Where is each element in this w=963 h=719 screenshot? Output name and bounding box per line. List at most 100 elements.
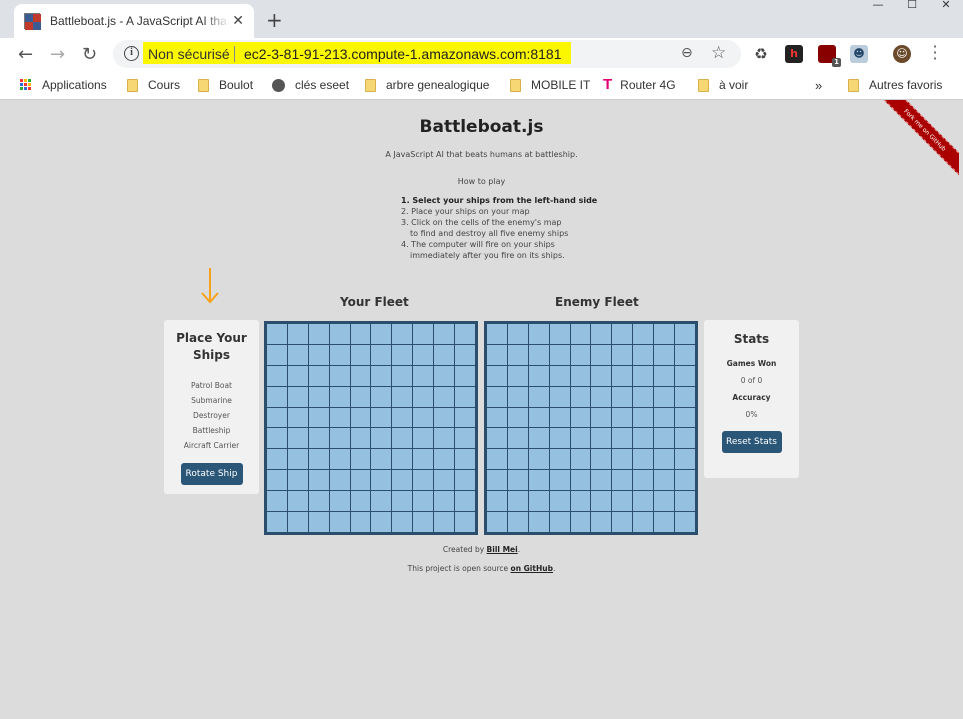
your-fleet-cell[interactable] bbox=[308, 470, 329, 491]
your-fleet-cell[interactable] bbox=[413, 428, 434, 449]
enemy-fleet-cell[interactable] bbox=[633, 324, 654, 344]
your-fleet-cell[interactable] bbox=[329, 386, 350, 407]
enemy-fleet-cell[interactable] bbox=[570, 324, 591, 344]
your-fleet-cell[interactable] bbox=[455, 407, 475, 428]
your-fleet-cell[interactable] bbox=[350, 449, 371, 470]
enemy-fleet-cell[interactable] bbox=[654, 324, 675, 344]
your-fleet-cell[interactable] bbox=[455, 344, 475, 365]
profile-avatar[interactable]: ☺ bbox=[893, 45, 911, 63]
your-fleet-cell[interactable] bbox=[287, 344, 308, 365]
enemy-fleet-cell[interactable] bbox=[570, 512, 591, 532]
address-bar[interactable]: i Non sécurisé ec2-3-81-91-213.compute-1… bbox=[113, 40, 741, 68]
minimize-button[interactable]: — bbox=[861, 0, 895, 14]
your-fleet-cell[interactable] bbox=[413, 344, 434, 365]
your-fleet-cell[interactable] bbox=[287, 365, 308, 386]
your-fleet-cell[interactable] bbox=[329, 344, 350, 365]
enemy-fleet-cell[interactable] bbox=[528, 449, 549, 470]
enemy-fleet-cell[interactable] bbox=[612, 407, 633, 428]
your-fleet-cell[interactable] bbox=[329, 365, 350, 386]
enemy-fleet-cell[interactable] bbox=[591, 365, 612, 386]
your-fleet-cell[interactable] bbox=[392, 491, 413, 512]
enemy-fleet-cell[interactable] bbox=[549, 324, 570, 344]
your-fleet-cell[interactable] bbox=[455, 324, 475, 344]
enemy-fleet-cell[interactable] bbox=[654, 365, 675, 386]
enemy-fleet-cell[interactable] bbox=[612, 491, 633, 512]
bookmark-other-favorites[interactable]: Autres favoris bbox=[848, 78, 942, 92]
your-fleet-cell[interactable] bbox=[287, 512, 308, 532]
your-fleet-cell[interactable] bbox=[329, 491, 350, 512]
your-fleet-cell[interactable] bbox=[329, 407, 350, 428]
your-fleet-cell[interactable] bbox=[371, 428, 392, 449]
enemy-fleet-cell[interactable] bbox=[487, 365, 507, 386]
security-label[interactable]: Non sécurisé bbox=[148, 46, 230, 62]
enemy-fleet-cell[interactable] bbox=[570, 491, 591, 512]
reload-button[interactable]: ↻ bbox=[82, 44, 97, 65]
your-fleet-cell[interactable] bbox=[308, 386, 329, 407]
your-fleet-cell[interactable] bbox=[308, 344, 329, 365]
your-fleet-cell[interactable] bbox=[287, 491, 308, 512]
enemy-fleet-cell[interactable] bbox=[487, 491, 507, 512]
enemy-fleet-cell[interactable] bbox=[654, 512, 675, 532]
enemy-fleet-cell[interactable] bbox=[507, 512, 528, 532]
enemy-fleet-cell[interactable] bbox=[549, 428, 570, 449]
your-fleet-cell[interactable] bbox=[308, 512, 329, 532]
your-fleet-cell[interactable] bbox=[329, 470, 350, 491]
enemy-fleet-cell[interactable] bbox=[675, 365, 695, 386]
bookmark-applications[interactable]: Applications bbox=[20, 78, 107, 92]
your-fleet-cell[interactable] bbox=[267, 428, 287, 449]
enemy-fleet-cell[interactable] bbox=[507, 344, 528, 365]
your-fleet-cell[interactable] bbox=[350, 324, 371, 344]
your-fleet-cell[interactable] bbox=[455, 386, 475, 407]
your-fleet-cell[interactable] bbox=[434, 324, 455, 344]
your-fleet-cell[interactable] bbox=[308, 449, 329, 470]
enemy-fleet-cell[interactable] bbox=[612, 344, 633, 365]
enemy-fleet-cell[interactable] bbox=[591, 428, 612, 449]
your-fleet-cell[interactable] bbox=[371, 512, 392, 532]
info-icon[interactable]: i bbox=[124, 46, 139, 61]
your-fleet-cell[interactable] bbox=[371, 449, 392, 470]
enemy-fleet-cell[interactable] bbox=[487, 470, 507, 491]
enemy-fleet-cell[interactable] bbox=[487, 449, 507, 470]
enemy-fleet-cell[interactable] bbox=[654, 407, 675, 428]
your-fleet-cell[interactable] bbox=[434, 470, 455, 491]
close-window-button[interactable]: ✕ bbox=[929, 0, 963, 14]
back-button[interactable]: ← bbox=[18, 44, 33, 65]
enemy-fleet-cell[interactable] bbox=[549, 365, 570, 386]
your-fleet-cell[interactable] bbox=[434, 407, 455, 428]
your-fleet-cell[interactable] bbox=[392, 324, 413, 344]
your-fleet-cell[interactable] bbox=[413, 470, 434, 491]
enemy-fleet-cell[interactable] bbox=[528, 386, 549, 407]
your-fleet-cell[interactable] bbox=[350, 344, 371, 365]
enemy-fleet-cell[interactable] bbox=[570, 407, 591, 428]
enemy-fleet-cell[interactable] bbox=[633, 407, 654, 428]
enemy-fleet-cell[interactable] bbox=[487, 428, 507, 449]
enemy-fleet-cell[interactable] bbox=[675, 344, 695, 365]
your-fleet-cell[interactable] bbox=[308, 428, 329, 449]
enemy-fleet-cell[interactable] bbox=[654, 386, 675, 407]
new-tab-button[interactable]: + bbox=[266, 8, 283, 32]
browser-menu-icon[interactable]: · · · bbox=[930, 39, 940, 67]
enemy-fleet-cell[interactable] bbox=[507, 324, 528, 344]
enemy-fleet-cell[interactable] bbox=[633, 449, 654, 470]
enemy-fleet-cell[interactable] bbox=[675, 470, 695, 491]
your-fleet-cell[interactable] bbox=[287, 428, 308, 449]
enemy-fleet-cell[interactable] bbox=[675, 324, 695, 344]
bookmark-a-voir[interactable]: à voir bbox=[698, 78, 748, 92]
enemy-fleet-cell[interactable] bbox=[549, 344, 570, 365]
anime-extension-icon[interactable]: ☻ bbox=[850, 45, 868, 63]
ship-submarine[interactable]: Submarine bbox=[164, 393, 259, 408]
enemy-fleet-cell[interactable] bbox=[549, 470, 570, 491]
your-fleet-cell[interactable] bbox=[413, 407, 434, 428]
enemy-fleet-cell[interactable] bbox=[528, 512, 549, 532]
enemy-fleet-cell[interactable] bbox=[654, 428, 675, 449]
enemy-fleet-cell[interactable] bbox=[612, 428, 633, 449]
your-fleet-cell[interactable] bbox=[455, 449, 475, 470]
enemy-fleet-cell[interactable] bbox=[487, 344, 507, 365]
your-fleet-cell[interactable] bbox=[413, 365, 434, 386]
your-fleet-cell[interactable] bbox=[413, 491, 434, 512]
enemy-fleet-cell[interactable] bbox=[675, 512, 695, 532]
enemy-fleet-cell[interactable] bbox=[675, 449, 695, 470]
author-link[interactable]: Bill Mei bbox=[487, 545, 518, 554]
enemy-fleet-cell[interactable] bbox=[528, 428, 549, 449]
your-fleet-cell[interactable] bbox=[455, 470, 475, 491]
